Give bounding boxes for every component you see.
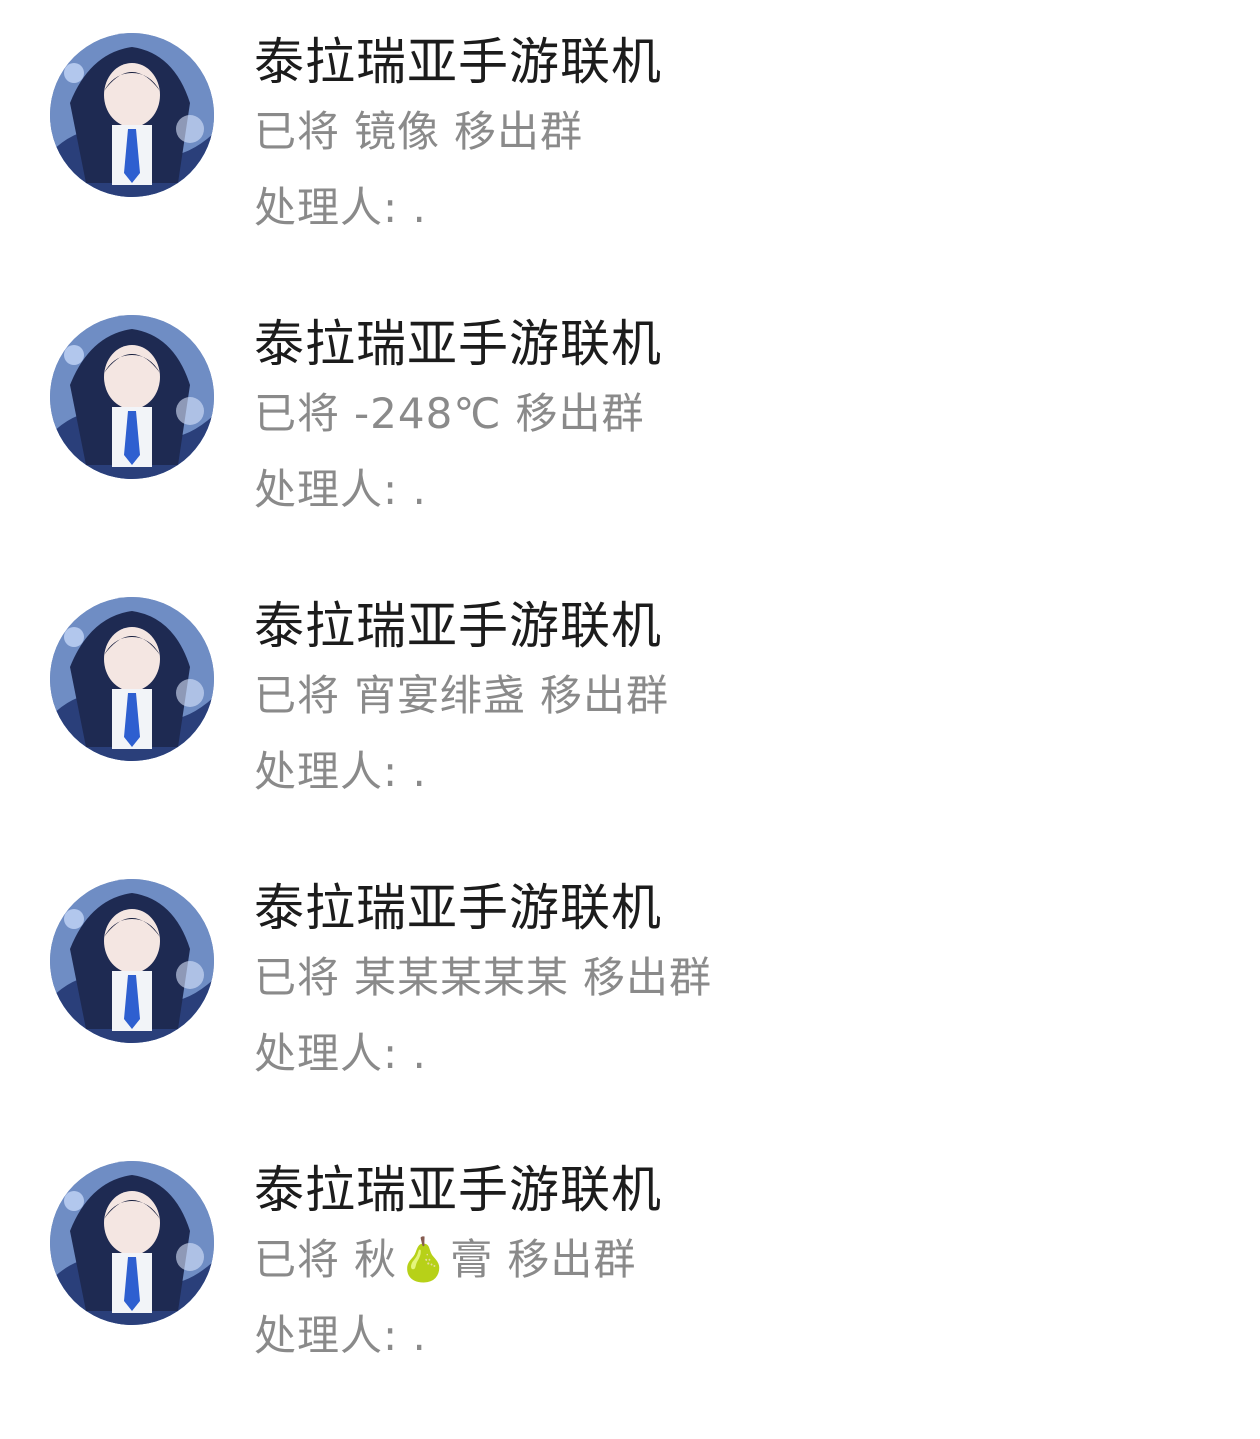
notification-item[interactable]: 泰拉瑞亚手游联机 已将 -248℃ 移出群 处理人: . <box>0 282 1260 564</box>
group-avatar[interactable] <box>50 33 214 197</box>
group-name: 泰拉瑞亚手游联机 <box>254 879 662 937</box>
removal-description: 已将 镜像 移出群 <box>254 106 662 158</box>
group-name: 泰拉瑞亚手游联机 <box>254 1161 662 1219</box>
handler-label: 处理人: . <box>254 183 427 232</box>
notification-text: 泰拉瑞亚手游联机 已将 镜像 移出群 处理人: . <box>254 30 662 234</box>
action-suffix: 移出群 <box>454 107 584 156</box>
anime-girl-avatar-icon <box>50 315 214 479</box>
removed-member-name: 秋🍐膏 <box>354 1235 494 1284</box>
notification-item[interactable]: 泰拉瑞亚手游联机 已将 镜像 移出群 处理人: . <box>0 0 1260 282</box>
anime-girl-avatar-icon <box>50 33 214 197</box>
notification-text: 泰拉瑞亚手游联机 已将 宵宴绯盏 移出群 处理人: . <box>254 594 669 798</box>
anime-girl-avatar-icon <box>50 1161 214 1325</box>
notification-item[interactable]: 泰拉瑞亚手游联机 已将 宵宴绯盏 移出群 处理人: . <box>0 564 1260 846</box>
removed-member-name: 某某某某某 <box>354 953 570 1002</box>
notification-text: 泰拉瑞亚手游联机 已将 秋🍐膏 移出群 处理人: . <box>254 1158 662 1362</box>
action-suffix: 移出群 <box>507 1235 637 1284</box>
notification-text: 泰拉瑞亚手游联机 已将 -248℃ 移出群 处理人: . <box>254 312 662 516</box>
removal-description: 已将 宵宴绯盏 移出群 <box>254 670 669 722</box>
action-suffix: 移出群 <box>583 953 713 1002</box>
handler-label: 处理人: . <box>254 1311 427 1360</box>
removed-member-name: 镜像 <box>354 107 441 156</box>
notification-text: 泰拉瑞亚手游联机 已将 某某某某某 移出群 处理人: . <box>254 876 712 1080</box>
group-avatar[interactable] <box>50 315 214 479</box>
action-prefix: 已将 <box>254 107 341 156</box>
action-suffix: 移出群 <box>515 389 645 438</box>
anime-girl-avatar-icon <box>50 597 214 761</box>
removal-description: 已将 某某某某某 移出群 <box>254 952 712 1004</box>
removal-description: 已将 -248℃ 移出群 <box>254 388 662 440</box>
group-name: 泰拉瑞亚手游联机 <box>254 597 662 655</box>
action-prefix: 已将 <box>254 671 341 720</box>
action-prefix: 已将 <box>254 389 341 438</box>
removed-member-name: 宵宴绯盏 <box>354 671 527 720</box>
handler-label: 处理人: . <box>254 465 427 514</box>
group-avatar[interactable] <box>50 879 214 1043</box>
removal-description: 已将 秋🍐膏 移出群 <box>254 1234 662 1286</box>
action-prefix: 已将 <box>254 953 341 1002</box>
group-name: 泰拉瑞亚手游联机 <box>254 33 662 91</box>
group-avatar[interactable] <box>50 1161 214 1325</box>
anime-girl-avatar-icon <box>50 879 214 1043</box>
handler-label: 处理人: . <box>254 747 427 796</box>
notification-item[interactable]: 泰拉瑞亚手游联机 已将 秋🍐膏 移出群 处理人: . <box>0 1128 1260 1410</box>
group-name: 泰拉瑞亚手游联机 <box>254 315 662 373</box>
group-avatar[interactable] <box>50 597 214 761</box>
handler-label: 处理人: . <box>254 1029 427 1078</box>
removed-member-name: -248℃ <box>354 389 502 438</box>
action-suffix: 移出群 <box>540 671 670 720</box>
action-prefix: 已将 <box>254 1235 341 1284</box>
notification-item[interactable]: 泰拉瑞亚手游联机 已将 某某某某某 移出群 处理人: . <box>0 846 1260 1128</box>
